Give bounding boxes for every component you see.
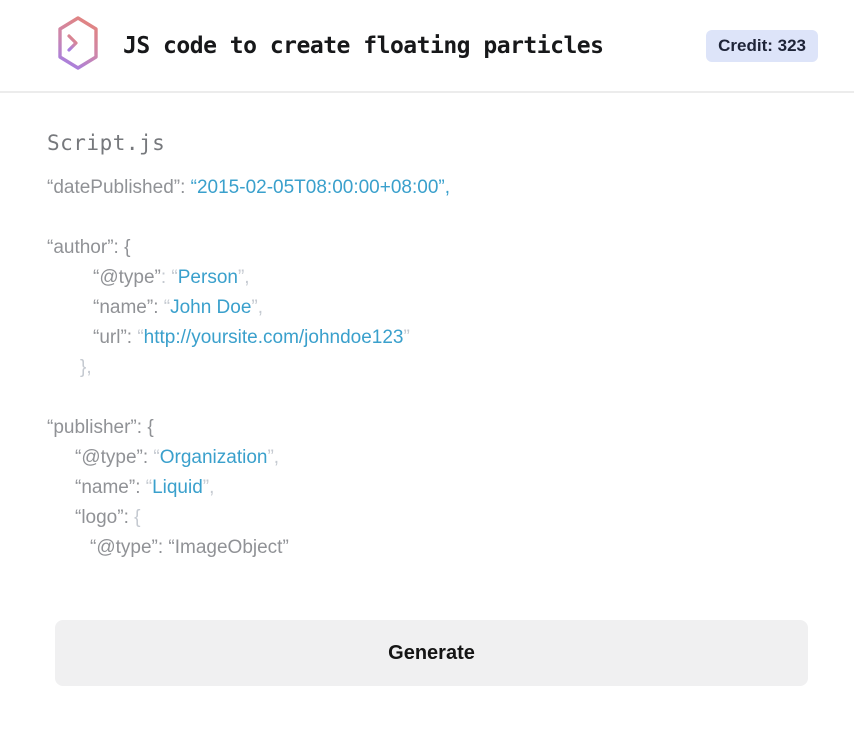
code-token-punc: ” <box>403 327 410 348</box>
code-token-key: “@type” <box>93 267 161 288</box>
code-line: “logo”: { <box>47 503 808 533</box>
code-token-punc: { <box>134 507 141 528</box>
code-line: “@type”: “Person”, <box>47 263 808 293</box>
code-token-punc: ”, <box>202 477 215 498</box>
code-token-key: “datePublished”: <box>47 177 191 198</box>
code-token-key: : <box>142 447 154 468</box>
code-token-punc: ”, <box>237 267 250 288</box>
code-line: “name”: “John Doe”, <box>47 293 808 323</box>
code-token-key: : <box>153 297 164 318</box>
code-token-value: http://yoursite.com/johndoe123 <box>143 327 404 348</box>
code-line: “@type”: “Organization”, <box>47 443 808 473</box>
code-token-punc: ”, <box>267 447 280 468</box>
code-line: “author”: { <box>47 233 808 263</box>
page-title: JS code to create floating particles <box>123 32 604 59</box>
code-token-key: “name” <box>93 297 154 318</box>
code-token-key: : <box>123 507 135 528</box>
generate-button[interactable]: Generate <box>55 620 808 686</box>
code-token-value: Liquid <box>152 477 203 498</box>
code-token-punc: ”, <box>251 297 264 318</box>
code-line: “@type”: “ImageObject” <box>47 533 808 563</box>
code-token-key: “author”: { <box>47 237 131 258</box>
code-line: }, <box>47 353 808 383</box>
main-content: Script.js “datePublished”: “2015-02-05T0… <box>0 93 854 686</box>
code-token-punc: }, <box>80 357 92 378</box>
code-token-value: Organization <box>159 447 268 468</box>
file-name-heading: Script.js <box>47 131 166 155</box>
code-token-key: “name” <box>75 477 136 498</box>
code-token-key: : <box>126 327 138 348</box>
code-token-key: “@type”: “ImageObject” <box>90 537 289 558</box>
code-line: “datePublished”: “2015-02-05T08:00:00+08… <box>47 173 808 203</box>
code-token-value: “2015-02-05T08:00:00+08:00”, <box>190 177 450 198</box>
credit-badge: Credit: 323 <box>706 29 818 62</box>
code-token-key: : <box>135 477 146 498</box>
code-line: “name”: “Liquid”, <box>47 473 808 503</box>
code-token-value: John Doe <box>170 297 252 318</box>
header: JS code to create floating particles Cre… <box>0 0 854 93</box>
code-line: “publisher”: { <box>47 413 808 443</box>
code-token-key: “@type” <box>75 447 143 468</box>
code-token-key: “publisher”: { <box>47 417 154 438</box>
code-token-key: “url” <box>93 327 127 348</box>
code-token-value: Person <box>177 267 238 288</box>
code-token-punc: : <box>160 267 172 288</box>
code-output: “datePublished”: “2015-02-05T08:00:00+08… <box>47 173 808 563</box>
app-logo <box>55 15 101 76</box>
terminal-prompt-hexagon-icon <box>55 15 101 76</box>
code-line: “url”: “http://yoursite.com/johndoe123” <box>47 323 808 353</box>
code-token-key: “logo” <box>75 507 124 528</box>
